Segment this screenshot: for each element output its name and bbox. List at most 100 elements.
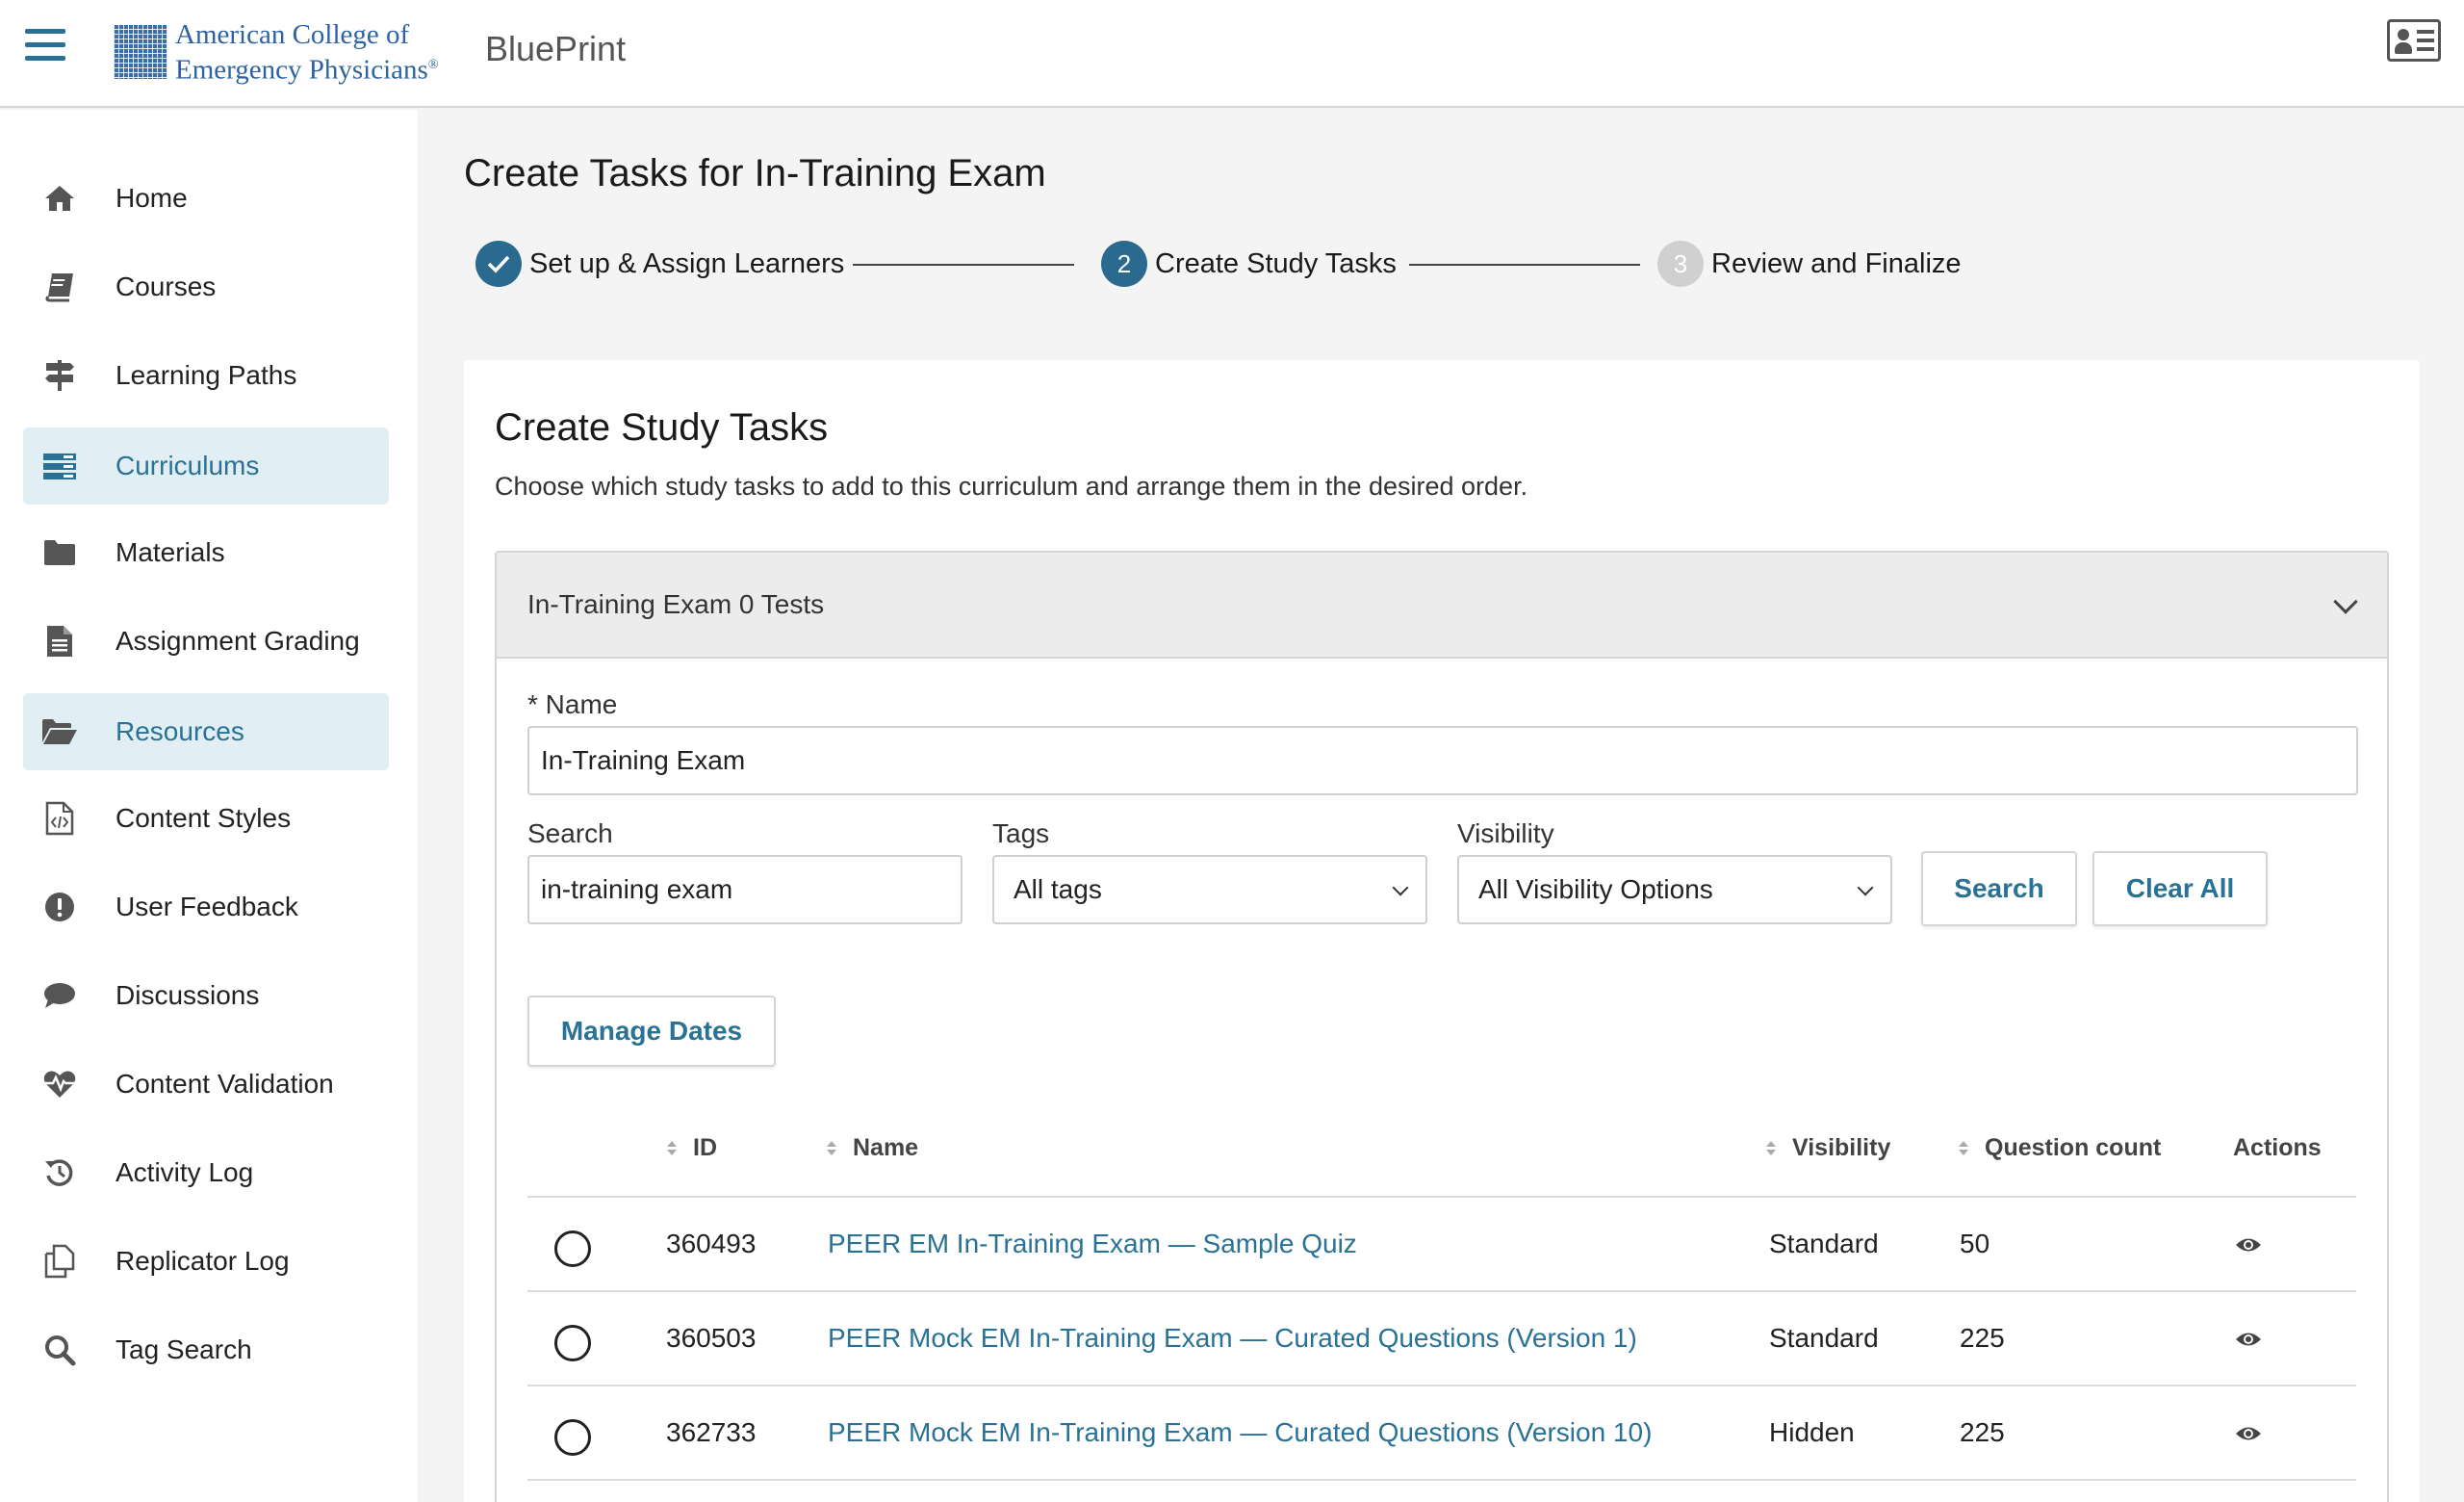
sort-icon — [666, 1140, 677, 1157]
column-header-name[interactable]: Name — [826, 1134, 918, 1162]
profile-card-icon[interactable] — [2387, 19, 2441, 62]
history-icon — [40, 1153, 79, 1192]
chevron-down-icon — [1857, 879, 1874, 896]
eye-icon[interactable] — [2235, 1425, 2262, 1442]
sidebar-item-tag-search[interactable]: Tag Search — [23, 1311, 389, 1388]
sidebar-item-label: Content Validation — [116, 1069, 334, 1099]
sidebar-item-discussions[interactable]: Discussions — [23, 957, 389, 1034]
column-header-question-count[interactable]: Question count — [1958, 1134, 2161, 1162]
step-2-number: 2 — [1101, 241, 1147, 287]
sidebar-item-label: Materials — [116, 537, 225, 567]
visibility-label: Visibility — [1457, 818, 1554, 848]
table-divider — [527, 1479, 2356, 1481]
sidebar-item-content-validation[interactable]: Content Validation — [23, 1046, 389, 1123]
search-icon — [40, 1331, 79, 1369]
row-name-link[interactable]: PEER Mock EM In-Training Exam — Curated … — [828, 1323, 1637, 1354]
tags-select[interactable]: All tags — [992, 855, 1427, 924]
logo-grid-icon — [114, 25, 167, 80]
logo-text: American College of Emergency Physicians… — [175, 19, 439, 86]
manage-dates-button[interactable]: Manage Dates — [527, 996, 776, 1067]
column-header-id[interactable]: ID — [666, 1134, 717, 1162]
step-3-number: 3 — [1657, 241, 1704, 287]
sidebar-item-learning-paths[interactable]: Learning Paths — [23, 337, 389, 414]
visibility-select[interactable]: All Visibility Options — [1457, 855, 1892, 924]
sidebar-item-courses[interactable]: Courses — [23, 248, 389, 325]
name-label: * Name — [527, 689, 618, 719]
sidebar-item-label: Courses — [116, 272, 217, 301]
sidebar-item-label: Assignment Grading — [116, 626, 360, 656]
row-question-count: 50 — [1960, 1229, 1990, 1258]
row-question-count: 225 — [1960, 1417, 2005, 1447]
row-id: 362733 — [666, 1417, 757, 1447]
search-input[interactable] — [527, 855, 962, 924]
sidebar-item-home[interactable]: Home — [23, 160, 389, 237]
sidebar-item-label: Replicator Log — [116, 1246, 290, 1276]
sidebar-item-label: Resources — [116, 716, 244, 746]
folder-icon — [40, 533, 79, 572]
step-connector — [853, 264, 1074, 266]
row-select-radio[interactable] — [554, 1419, 591, 1456]
heartbeat-icon — [40, 1065, 79, 1103]
book-icon — [40, 268, 79, 306]
search-label: Search — [527, 818, 613, 848]
sidebar-item-label: Curriculums — [116, 451, 260, 480]
copy-icon — [40, 1242, 79, 1281]
row-select-radio[interactable] — [554, 1230, 591, 1267]
sidebar-item-activity-log[interactable]: Activity Log — [23, 1134, 389, 1211]
sidebar-item-label: User Feedback — [116, 892, 298, 921]
column-header-actions: Actions — [2233, 1134, 2322, 1161]
sidebar-item-label: Content Styles — [116, 803, 292, 833]
column-header-visibility[interactable]: Visibility — [1765, 1134, 1890, 1162]
row-visibility: Standard — [1769, 1323, 1879, 1353]
row-visibility: Hidden — [1769, 1417, 1855, 1447]
card-subtitle: Choose which study tasks to add to this … — [495, 472, 1528, 501]
row-select-radio[interactable] — [554, 1325, 591, 1361]
hamburger-menu-icon[interactable] — [25, 29, 65, 64]
sidebar-item-replicator-log[interactable]: Replicator Log — [23, 1223, 389, 1300]
exclamation-icon — [40, 888, 79, 926]
search-button[interactable]: Search — [1921, 851, 2077, 926]
progress-stepper: Set up & Assign Learners 2 Create Study … — [474, 237, 1975, 291]
table-row: 360493 PEER EM In-Training Exam — Sample… — [527, 1198, 2356, 1292]
sort-icon — [826, 1140, 836, 1157]
row-name-link[interactable]: PEER EM In-Training Exam — Sample Quiz — [828, 1229, 1357, 1259]
row-name-link[interactable]: PEER Mock EM In-Training Exam — Curated … — [828, 1417, 1652, 1448]
step-2-label: Create Study Tasks — [1155, 248, 1397, 279]
sidebar-item-curriculums[interactable]: Curriculums — [23, 427, 389, 505]
sidebar-item-content-styles[interactable]: Content Styles — [23, 780, 389, 857]
clear-all-button[interactable]: Clear All — [2092, 851, 2268, 926]
sidebar-item-label: Activity Log — [116, 1157, 254, 1187]
step-3-label: Review and Finalize — [1711, 248, 1962, 279]
eye-icon[interactable] — [2235, 1331, 2262, 1348]
row-visibility: Standard — [1769, 1229, 1879, 1258]
row-id: 360493 — [666, 1229, 757, 1258]
step-complete-check-icon — [475, 241, 522, 287]
name-input[interactable] — [527, 726, 2358, 795]
step-1-label: Set up & Assign Learners — [529, 248, 845, 279]
exam-panel-header[interactable]: In-Training Exam 0 Tests — [497, 553, 2387, 659]
chevron-down-icon[interactable] — [2333, 589, 2358, 614]
code-file-icon — [40, 799, 79, 838]
sidebar-item-user-feedback[interactable]: User Feedback — [23, 868, 389, 945]
list-icon — [40, 447, 79, 485]
card-title: Create Study Tasks — [495, 406, 829, 449]
folder-open-icon — [40, 712, 79, 751]
chat-icon — [40, 976, 79, 1015]
app-name: BluePrint — [485, 29, 627, 68]
acep-logo[interactable]: American College of Emergency Physicians… — [114, 19, 438, 86]
visibility-select-value: All Visibility Options — [1478, 874, 1713, 904]
sidebar-item-assignment-grading[interactable]: Assignment Grading — [23, 603, 389, 680]
sidebar-item-label: Tag Search — [116, 1334, 252, 1364]
exam-panel-header-label: In-Training Exam 0 Tests — [527, 589, 825, 619]
top-bar: American College of Emergency Physicians… — [0, 0, 2464, 108]
sidebar-item-materials[interactable]: Materials — [23, 514, 389, 591]
eye-icon[interactable] — [2235, 1236, 2262, 1254]
sidebar-item-resources[interactable]: Resources — [23, 693, 389, 770]
tags-select-value: All tags — [1014, 874, 1102, 904]
sort-icon — [1765, 1140, 1776, 1157]
sort-icon — [1958, 1140, 1968, 1157]
sidebar-item-label: Home — [116, 183, 188, 213]
table-row: 360503 PEER Mock EM In-Training Exam — C… — [527, 1292, 2356, 1386]
home-icon — [40, 179, 79, 218]
page-title: Create Tasks for In-Training Exam — [464, 152, 1046, 194]
